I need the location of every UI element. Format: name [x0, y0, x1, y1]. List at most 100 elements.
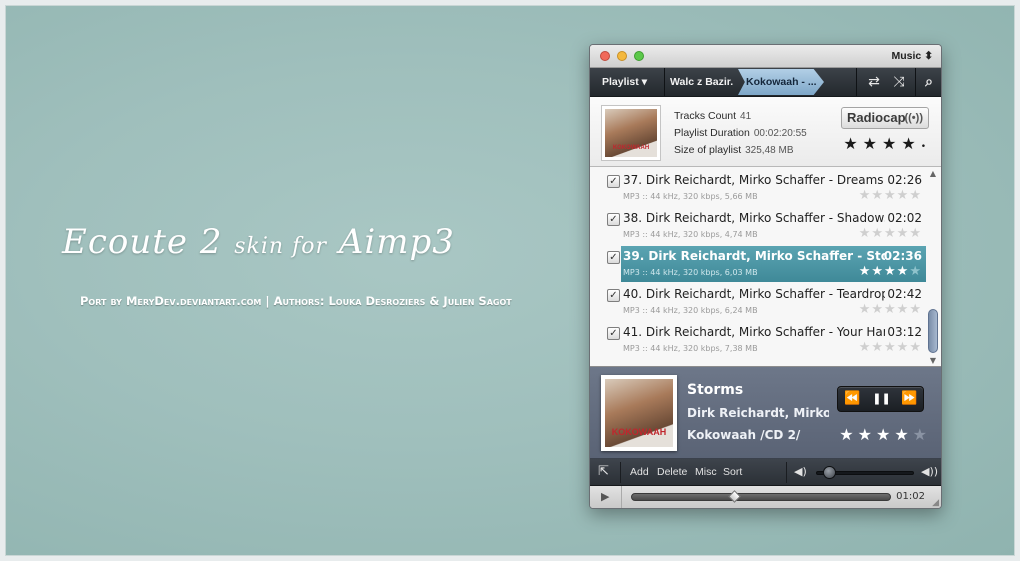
- divider: [620, 462, 621, 483]
- divider: [786, 462, 787, 483]
- track-duration: 02:36: [883, 249, 922, 263]
- track-title: 41. Dirk Reichardt, Mirko Schaffer - You…: [623, 325, 885, 339]
- track-meta: MP3 :: 44 kHz, 320 kbps, 6,03 MB: [623, 268, 758, 277]
- now-playing-album: Kokowaah /CD 2/: [687, 428, 801, 442]
- playlist-menu-button[interactable]: Playlist ▾: [602, 68, 664, 96]
- track-title: 40. Dirk Reichardt, Mirko Schaffer - Tea…: [623, 287, 885, 301]
- play-icon[interactable]: ▶: [601, 490, 609, 503]
- rating-dot-icon: •: [920, 142, 931, 152]
- transport-controls: ⏪ ❚❚ ⏩: [837, 386, 924, 412]
- updown-arrow-icon: ⬍: [924, 50, 933, 62]
- divider: [621, 486, 622, 508]
- divider: [915, 68, 916, 96]
- title-bar: Music ⬍: [590, 45, 941, 68]
- tracks-count-value: 41: [740, 111, 752, 122]
- rating-stars-off: ★: [909, 264, 922, 279]
- volume-low-icon[interactable]: ◀): [794, 465, 807, 478]
- now-playing-cover: KOKOWAAH: [601, 375, 677, 451]
- playlist-menu-label: Playlist: [602, 76, 639, 88]
- rating-stars-on: ★★★★: [858, 264, 910, 279]
- playlist-cover: KOKOWAAH: [601, 105, 661, 161]
- scroll-down-icon[interactable]: ▼: [927, 356, 939, 365]
- next-icon[interactable]: ⏩: [895, 387, 924, 411]
- playlist-stats: Tracks Count 41 Playlist Duration 00:02:20…: [674, 108, 807, 159]
- resize-grip-icon[interactable]: ◢: [932, 498, 939, 508]
- seek-bar-area: ▶ 01:02 ◢: [590, 486, 941, 508]
- album-art: KOKOWAAH: [605, 109, 657, 157]
- hero-title-skin-for: skin for: [234, 234, 327, 259]
- track-row[interactable]: ✓ 41. Dirk Reichardt, Mirko Schaffer - Y…: [590, 321, 926, 359]
- previous-icon[interactable]: ⏪: [838, 387, 867, 411]
- sort-button[interactable]: Sort: [723, 459, 742, 486]
- search-icon[interactable]: ⌕: [917, 68, 941, 96]
- track-row[interactable]: ✓ 38. Dirk Reichardt, Mirko Schaffer - S…: [590, 207, 926, 245]
- album-art: KOKOWAAH: [605, 379, 673, 447]
- share-icon[interactable]: ⇱: [598, 464, 609, 479]
- source-select[interactable]: Music ⬍: [892, 50, 934, 62]
- scroll-up-icon[interactable]: ▲: [927, 169, 939, 178]
- now-playing-panel: KOKOWAAH Storms Dirk Reichardt, Mirko ..…: [590, 367, 941, 459]
- hero-title-player: Aimp3: [338, 222, 455, 262]
- track-title: 38. Dirk Reichardt, Mirko Schaffer - Sha…: [623, 211, 885, 225]
- track-rating[interactable]: ★★★★★: [859, 340, 922, 355]
- checkbox[interactable]: ✓: [607, 327, 620, 340]
- rating-stars-off: ★: [912, 425, 931, 444]
- checkbox[interactable]: ✓: [607, 213, 620, 226]
- volume-high-icon[interactable]: ◀)): [921, 465, 938, 478]
- checkbox[interactable]: ✓: [607, 175, 620, 188]
- scrollbar-thumb[interactable]: [928, 309, 938, 353]
- misc-button[interactable]: Misc: [695, 459, 717, 486]
- playlist-nav-bar: Playlist ▾ Walc z Bazir... Kokowaah - ..…: [590, 68, 941, 97]
- hero-credits: Port by MeryDev.deviantart.com | Authors…: [80, 294, 512, 308]
- track-duration: 02:02: [887, 211, 922, 225]
- seek-slider[interactable]: [631, 493, 891, 501]
- hero-title: Ecoute 2 skin for Aimp3: [62, 222, 502, 262]
- track-meta: MP3 :: 44 kHz, 320 kbps, 4,74 MB: [623, 230, 758, 239]
- playlist-size-label: Size of playlist: [674, 144, 742, 156]
- shuffle-icon[interactable]: ⤨: [887, 68, 911, 96]
- track-meta: MP3 :: 44 kHz, 320 kbps, 7,38 MB: [623, 344, 758, 353]
- track-row[interactable]: ✓ 40. Dirk Reichardt, Mirko Schaffer - T…: [590, 283, 926, 321]
- divider: [664, 68, 665, 96]
- track-duration: 02:42: [887, 287, 922, 301]
- playlist-size-value: 325,48 MB: [745, 145, 794, 156]
- breadcrumb-item-active[interactable]: Kokowaah - ...: [738, 69, 824, 95]
- cover-logo: KOKOWAAH: [612, 145, 650, 151]
- playlist-info-panel: KOKOWAAH Tracks Count 41 Playlist Duratio…: [590, 97, 941, 167]
- elapsed-time: 01:02: [896, 491, 925, 502]
- checkbox[interactable]: ✓: [607, 251, 620, 264]
- checkbox[interactable]: ✓: [607, 289, 620, 302]
- track-list: ✓ 37. Dirk Reichardt, Mirko Schaffer - D…: [590, 167, 941, 367]
- track-row-playing[interactable]: ✓ 39. Dirk Reichardt, Mirko Schaffer - S…: [590, 245, 926, 283]
- delete-button[interactable]: Delete: [657, 459, 687, 486]
- breadcrumb-item[interactable]: Walc z Bazir...: [670, 68, 733, 96]
- scrollbar[interactable]: ▲ ▼: [927, 169, 939, 365]
- minimize-window-button[interactable]: [617, 51, 627, 61]
- bottom-toolbar: ⇱ Add Delete Misc Sort ◀) ◀)): [590, 459, 941, 486]
- maximize-window-button[interactable]: [634, 51, 644, 61]
- playlist-duration-label: Playlist Duration: [674, 127, 750, 139]
- divider: [856, 68, 857, 96]
- radiocap-button[interactable]: Radiocap ((•)): [841, 107, 929, 129]
- now-playing-title: Storms: [687, 382, 744, 398]
- volume-slider-knob[interactable]: [823, 466, 836, 479]
- cover-logo: KOKOWAAH: [611, 427, 667, 437]
- track-duration: 03:12: [887, 325, 922, 339]
- track-rating[interactable]: ★★★★★: [859, 302, 922, 317]
- track-rating[interactable]: ★★★★★: [859, 188, 922, 203]
- now-playing-artist: Dirk Reichardt, Mirko ...: [687, 406, 829, 420]
- track-title: 37. Dirk Reichardt, Mirko Schaffer - Dre…: [623, 173, 884, 187]
- add-button[interactable]: Add: [630, 459, 649, 486]
- now-playing-rating[interactable]: ★★★★★: [839, 425, 931, 444]
- rating-stars: ★★★★: [843, 134, 921, 153]
- track-rating[interactable]: ★★★★★: [859, 264, 922, 279]
- repeat-icon[interactable]: ⇄: [862, 68, 886, 96]
- track-row[interactable]: ✓ 37. Dirk Reichardt, Mirko Schaffer - D…: [590, 169, 926, 207]
- rating-stars-on: ★★★★: [839, 425, 913, 444]
- close-window-button[interactable]: [600, 51, 610, 61]
- track-rating[interactable]: ★★★★★: [859, 226, 922, 241]
- chevron-down-icon: ▾: [641, 76, 647, 88]
- track-meta: MP3 :: 44 kHz, 320 kbps, 6,24 MB: [623, 306, 758, 315]
- pause-icon[interactable]: ❚❚: [867, 387, 896, 411]
- playlist-rating[interactable]: ★★★★•: [843, 134, 931, 153]
